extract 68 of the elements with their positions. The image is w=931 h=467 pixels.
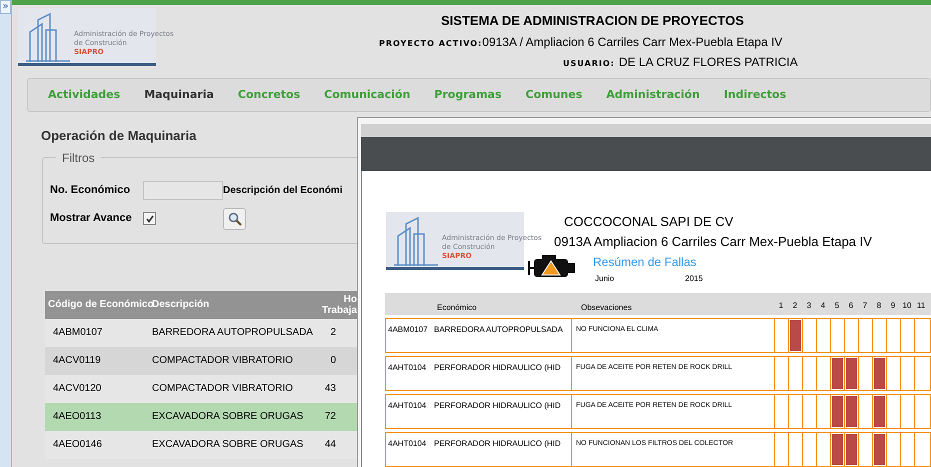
table-row[interactable]: 4ACV0120 COMPACTADOR VIBRATORIO 43 bbox=[45, 374, 357, 402]
user-label: USUARIO: bbox=[563, 58, 615, 70]
table-cell-text: 0 bbox=[330, 354, 336, 368]
table-row[interactable]: 4ACV0119 COMPACTADOR VIBRATORIO 0 bbox=[45, 346, 357, 374]
column-header: Descripción bbox=[152, 298, 210, 312]
machine-name: PERFORADOR HIDRAULICO (HID bbox=[434, 400, 561, 412]
search-button[interactable] bbox=[223, 208, 246, 230]
system-title: SISTEMA DE ADMINISTRACION DE PROYECTOS bbox=[441, 12, 744, 30]
table-cell-text: EXCAVADORA SOBRE ORUGAS bbox=[152, 410, 304, 424]
table-row[interactable]: 4ABM0107 BARREDORA AUTOPROPULSADA 2 bbox=[45, 318, 357, 346]
company-name: COCCOCONAL SAPI DE CV bbox=[564, 213, 734, 231]
table-cell-text: 4ACV0119 bbox=[52, 354, 102, 368]
filters-legend: Filtros bbox=[56, 148, 101, 166]
column-header: Código de Económico bbox=[47, 298, 152, 312]
search-icon bbox=[228, 212, 242, 226]
day-header: 5 bbox=[834, 300, 840, 312]
machine-name: PERFORADOR HIDRAULICO (HID bbox=[434, 362, 561, 374]
table-cell-text: 4AEO0146 bbox=[52, 438, 103, 452]
table-cell-text: 4ABM0107 bbox=[52, 326, 104, 340]
table-cell-text: 4AEO0113 bbox=[52, 410, 102, 424]
machine-code: 4AHT0104 bbox=[388, 438, 428, 450]
day-header: 2 bbox=[792, 300, 798, 312]
column-header: Ho Trabaja bbox=[320, 294, 357, 316]
checkbox[interactable] bbox=[143, 212, 156, 225]
table-cell-text: 43 bbox=[324, 382, 336, 396]
table-row[interactable]: 4AEO0113 EXCAVADORA SOBRE ORUGAS 72 bbox=[45, 402, 357, 430]
table-cell-text: EXCAVADORA SOBRE ORUGAS bbox=[152, 438, 304, 452]
panel-title: Operación de Maquinaria bbox=[41, 127, 198, 145]
day-header: 9 bbox=[890, 300, 896, 312]
day-header: 10 bbox=[902, 300, 912, 312]
table-cell-text: BARREDORA AUTOPROPULSADA bbox=[152, 326, 312, 340]
report-year: 2015 bbox=[685, 273, 703, 285]
day-header: 1 bbox=[778, 300, 784, 312]
day-header: 8 bbox=[876, 300, 882, 312]
field-label: Descripción del Económi bbox=[223, 184, 342, 198]
table-cell-text: 4ACV0120 bbox=[52, 382, 102, 396]
machine-code: 4AHT0104 bbox=[388, 362, 428, 374]
report-title: Resúmen de Fallas bbox=[593, 254, 698, 271]
table-cell-text: 72 bbox=[324, 410, 336, 424]
day-header: 4 bbox=[820, 300, 826, 312]
field-label: No. Económico bbox=[50, 182, 132, 198]
day-header: 3 bbox=[806, 300, 812, 312]
expand-button[interactable]: » bbox=[0, 0, 11, 14]
check-icon bbox=[146, 214, 154, 222]
machine-code: 4ABM0107 bbox=[388, 324, 429, 336]
user-name: DE LA CRUZ FLORES PATRICIA bbox=[618, 54, 798, 70]
table-cell-text: 44 bbox=[324, 438, 336, 452]
project-label: PROYECTO ACTIVO: bbox=[379, 38, 482, 50]
report-month: Junio bbox=[595, 273, 616, 285]
field-label: Mostrar Avance bbox=[50, 211, 133, 226]
machine-name: PERFORADOR HIDRAULICO (HID bbox=[434, 438, 561, 450]
day-header: 11 bbox=[916, 300, 926, 312]
nav-tab[interactable]: Maquinaria bbox=[144, 86, 214, 104]
table-cell-text: 2 bbox=[330, 326, 336, 340]
day-header: 7 bbox=[862, 300, 868, 312]
machine-code: 4AHT0104 bbox=[388, 400, 428, 412]
machine-name: BARREDORA AUTOPROPULSADA bbox=[434, 324, 563, 336]
economic-number-input[interactable] bbox=[143, 180, 223, 200]
report-project: 0913A Ampliacion 6 Carriles Carr Mex-Puebla Etapa IV bbox=[554, 232, 872, 251]
table-cell-text: COMPACTADOR VIBRATORIO bbox=[152, 382, 294, 396]
table-row[interactable]: 4AEO0146 EXCAVADORA SOBRE ORUGAS 44 bbox=[45, 430, 357, 458]
column-header: Obsevaciones bbox=[580, 302, 633, 314]
table-cell-text: COMPACTADOR VIBRATORIO bbox=[152, 354, 294, 368]
building-icon bbox=[26, 12, 70, 62]
day-header: 6 bbox=[848, 300, 854, 312]
building-icon bbox=[394, 216, 438, 266]
column-header: Económico bbox=[436, 302, 478, 314]
active-project: 0913A / Ampliacion 6 Carriles Carr Mex-Puebla Etapa IV bbox=[482, 34, 782, 50]
